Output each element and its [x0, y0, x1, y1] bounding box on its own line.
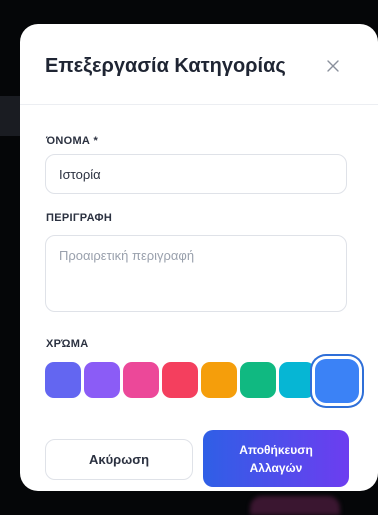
modal-header: Επεξεργασία Κατηγορίας: [20, 24, 378, 105]
color-swatches: [45, 359, 365, 403]
cancel-button[interactable]: Ακύρωση: [45, 439, 193, 480]
color-swatch[interactable]: [45, 362, 81, 398]
description-textarea[interactable]: [45, 235, 347, 312]
color-swatch[interactable]: [84, 362, 120, 398]
description-label: ΠΕΡΙΓΡΑΦΗ: [46, 212, 113, 224]
name-input[interactable]: [45, 154, 347, 194]
color-label: ΧΡΏΜΑ: [46, 338, 89, 350]
background-glow: [250, 496, 340, 515]
edit-category-modal: Επεξεργασία Κατηγορίας ΌΝΟΜΑ * ΠΕΡΙΓΡΑΦΗ…: [20, 24, 378, 491]
color-swatch-selected[interactable]: [315, 359, 359, 403]
name-label: ΌΝΟΜΑ *: [46, 135, 99, 147]
background-element: [0, 96, 20, 136]
save-changes-button[interactable]: Αποθήκευση Αλλαγών: [203, 430, 349, 487]
save-label-line1: Αποθήκευση: [239, 442, 313, 457]
save-label-line2: Αλλαγών: [249, 460, 303, 475]
color-swatch[interactable]: [201, 362, 237, 398]
color-swatch[interactable]: [162, 362, 198, 398]
color-swatch[interactable]: [240, 362, 276, 398]
color-swatch[interactable]: [279, 362, 315, 398]
close-button[interactable]: [321, 54, 345, 78]
modal-title: Επεξεργασία Κατηγορίας: [45, 55, 286, 77]
close-icon: [327, 60, 339, 72]
color-swatch[interactable]: [123, 362, 159, 398]
